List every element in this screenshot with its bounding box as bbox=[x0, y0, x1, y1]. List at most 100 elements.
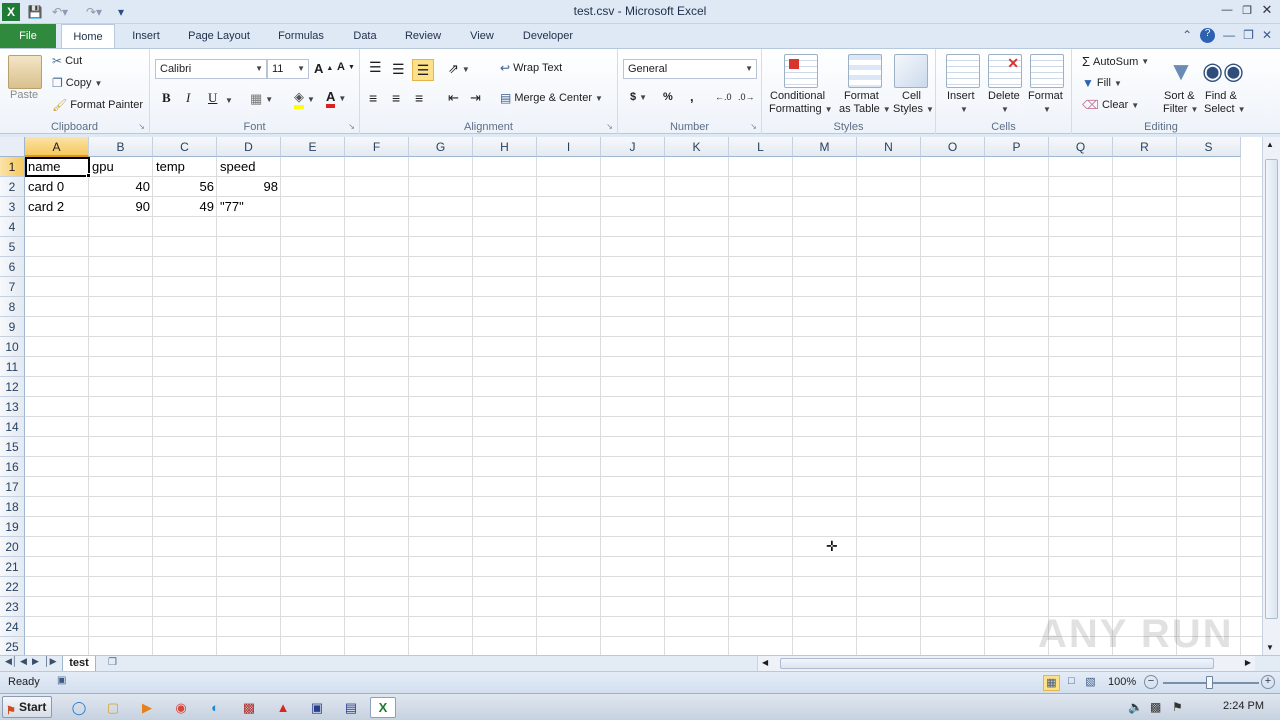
column-header-s[interactable]: S bbox=[1177, 137, 1241, 157]
conditional-formatting-button[interactable]: Formatting ▼ bbox=[769, 103, 833, 115]
row-header-18[interactable]: 18 bbox=[0, 497, 25, 517]
align-right-icon[interactable]: ≡ bbox=[415, 90, 423, 106]
row-header-8[interactable]: 8 bbox=[0, 297, 25, 317]
copy-button[interactable]: ❐ Copy ▼ bbox=[52, 76, 102, 90]
workbook-restore-icon[interactable]: ❐ bbox=[1243, 28, 1254, 43]
align-bottom-icon[interactable]: ☰ bbox=[412, 59, 434, 81]
number-format-select[interactable]: General ▼ bbox=[623, 59, 757, 79]
fill-handle[interactable] bbox=[86, 173, 91, 178]
underline-button[interactable]: U bbox=[208, 90, 217, 106]
row-header-25[interactable]: 25 bbox=[0, 637, 25, 655]
underline-dropdown-icon[interactable]: ▼ bbox=[225, 96, 233, 105]
percent-button[interactable]: % bbox=[663, 91, 673, 103]
fill-color-icon[interactable]: ◈ ▼ bbox=[294, 89, 315, 109]
cell-styles-button[interactable]: Styles ▼ bbox=[893, 103, 934, 115]
dialog-launcher-icon[interactable]: ↘ bbox=[750, 122, 757, 131]
scroll-left-icon[interactable]: ◀ bbox=[762, 658, 768, 667]
horizontal-scrollbar[interactable]: ◀ ▶ bbox=[757, 656, 1255, 672]
format-painter-button[interactable]: 🖌 Format Painter bbox=[52, 98, 143, 112]
vertical-scroll-thumb[interactable] bbox=[1265, 159, 1278, 619]
find-select-button[interactable]: Select ▼ bbox=[1204, 103, 1246, 115]
column-header-d[interactable]: D bbox=[217, 137, 281, 157]
column-header-n[interactable]: N bbox=[857, 137, 921, 157]
column-header-g[interactable]: G bbox=[409, 137, 473, 157]
decrease-indent-icon[interactable]: ⇤ bbox=[448, 90, 459, 106]
wrap-text-button[interactable]: ↩ Wrap Text bbox=[500, 61, 562, 75]
last-sheet-icon[interactable]: │▶ bbox=[44, 656, 57, 667]
tab-formulas[interactable]: Formulas bbox=[274, 24, 328, 48]
row-header-4[interactable]: 4 bbox=[0, 217, 25, 237]
dialog-launcher-icon[interactable]: ↘ bbox=[138, 122, 145, 131]
cell-b2[interactable]: 40 bbox=[89, 177, 153, 197]
spreadsheet-grid[interactable]: ABCDEFGHIJKLMNOPQRS 1 2 3 4 5 6 7 8 9 10 11 12 13 14 1… bbox=[0, 137, 1262, 655]
help-icon[interactable]: ? bbox=[1200, 28, 1216, 43]
font-size-select[interactable]: 11 ▼ bbox=[267, 59, 309, 79]
row-header-3[interactable]: 3 bbox=[0, 197, 25, 217]
row-header-9[interactable]: 9 bbox=[0, 317, 25, 337]
insert-sheet-icon[interactable]: ❐ bbox=[108, 657, 124, 670]
tab-home[interactable]: Home bbox=[61, 24, 115, 49]
page-layout-view-icon[interactable]: □ bbox=[1063, 675, 1080, 691]
pdf-reader-icon[interactable]: ▲ bbox=[270, 697, 296, 718]
row-header-19[interactable]: 19 bbox=[0, 517, 25, 537]
column-header-e[interactable]: E bbox=[281, 137, 345, 157]
row-header-24[interactable]: 24 bbox=[0, 617, 25, 637]
prev-sheet-icon[interactable]: ◀ bbox=[20, 656, 27, 667]
orientation-icon[interactable]: ⇗ ▼ bbox=[448, 61, 470, 77]
font-family-select[interactable]: Calibri ▼ bbox=[155, 59, 267, 79]
cell-c2[interactable]: 56 bbox=[153, 177, 217, 197]
conditional-formatting-line1[interactable]: Conditional bbox=[770, 90, 825, 102]
workbook-minimize-icon[interactable]: — bbox=[1223, 28, 1235, 43]
sort-filter-line1[interactable]: Sort & bbox=[1164, 90, 1195, 102]
excel-taskbar-icon[interactable]: X bbox=[370, 697, 396, 718]
bold-button[interactable]: B bbox=[162, 90, 171, 106]
grow-font-icon[interactable]: A ▲ bbox=[314, 61, 333, 76]
row-header-17[interactable]: 17 bbox=[0, 477, 25, 497]
fill-button[interactable]: ▼ Fill ▼ bbox=[1082, 76, 1122, 90]
horizontal-scroll-thumb[interactable] bbox=[780, 658, 1214, 669]
sort-filter-button[interactable]: Filter ▼ bbox=[1163, 103, 1198, 115]
start-button[interactable]: ⚑ Start bbox=[2, 696, 52, 718]
insert-button[interactable]: Insert bbox=[947, 90, 975, 102]
vertical-scrollbar[interactable]: ▲ ▼ bbox=[1262, 137, 1280, 655]
cell-b3[interactable]: 90 bbox=[89, 197, 153, 217]
row-header-14[interactable]: 14 bbox=[0, 417, 25, 437]
volume-icon[interactable]: 🔈 bbox=[1128, 700, 1143, 714]
row-header-6[interactable]: 6 bbox=[0, 257, 25, 277]
increase-decimal-icon[interactable]: ←.0 bbox=[715, 92, 732, 102]
conditional-formatting-icon[interactable] bbox=[784, 54, 818, 88]
folder-icon[interactable]: ▢ bbox=[100, 697, 126, 718]
first-sheet-icon[interactable]: ◀│ bbox=[5, 656, 18, 667]
format-as-table-button[interactable]: as Table ▼ bbox=[839, 103, 891, 115]
decrease-decimal-icon[interactable]: .0→ bbox=[738, 92, 755, 102]
cell-d3[interactable]: "77" bbox=[217, 197, 281, 217]
font-color-icon[interactable]: A ▼ bbox=[326, 89, 346, 108]
increase-indent-icon[interactable]: ⇥ bbox=[470, 90, 481, 106]
row-header-21[interactable]: 21 bbox=[0, 557, 25, 577]
delete-cells-icon[interactable]: ✕ bbox=[988, 54, 1022, 88]
tab-developer[interactable]: Developer bbox=[518, 24, 578, 48]
row-header-20[interactable]: 20 bbox=[0, 537, 25, 557]
select-all-corner[interactable] bbox=[0, 137, 25, 157]
align-middle-icon[interactable]: ☰ bbox=[392, 61, 405, 78]
tab-review[interactable]: Review bbox=[400, 24, 446, 48]
cell-d2[interactable]: 98 bbox=[217, 177, 281, 197]
tab-page-layout[interactable]: Page Layout bbox=[184, 24, 254, 48]
format-button[interactable]: Format bbox=[1028, 90, 1063, 102]
column-header-p[interactable]: P bbox=[985, 137, 1049, 157]
find-select-line1[interactable]: Find & bbox=[1205, 90, 1237, 102]
autosum-button[interactable]: Σ AutoSum ▼ bbox=[1082, 54, 1149, 69]
column-header-h[interactable]: H bbox=[473, 137, 537, 157]
cell-styles-line1[interactable]: Cell bbox=[902, 90, 921, 102]
cell-styles-icon[interactable] bbox=[894, 54, 928, 88]
media-player-icon[interactable]: ▶ bbox=[134, 697, 160, 718]
row-header-2[interactable]: 2 bbox=[0, 177, 25, 197]
align-left-icon[interactable]: ≡ bbox=[369, 90, 377, 106]
tab-view[interactable]: View bbox=[465, 24, 499, 48]
row-header-15[interactable]: 15 bbox=[0, 437, 25, 457]
outlook-icon[interactable]: ▤ bbox=[338, 697, 364, 718]
format-as-table-icon[interactable] bbox=[848, 54, 882, 88]
chevron-down-icon[interactable]: ▼ bbox=[960, 105, 968, 114]
borders-icon[interactable]: ▦ ▼ bbox=[250, 91, 273, 107]
dialog-launcher-icon[interactable]: ↘ bbox=[348, 122, 355, 131]
